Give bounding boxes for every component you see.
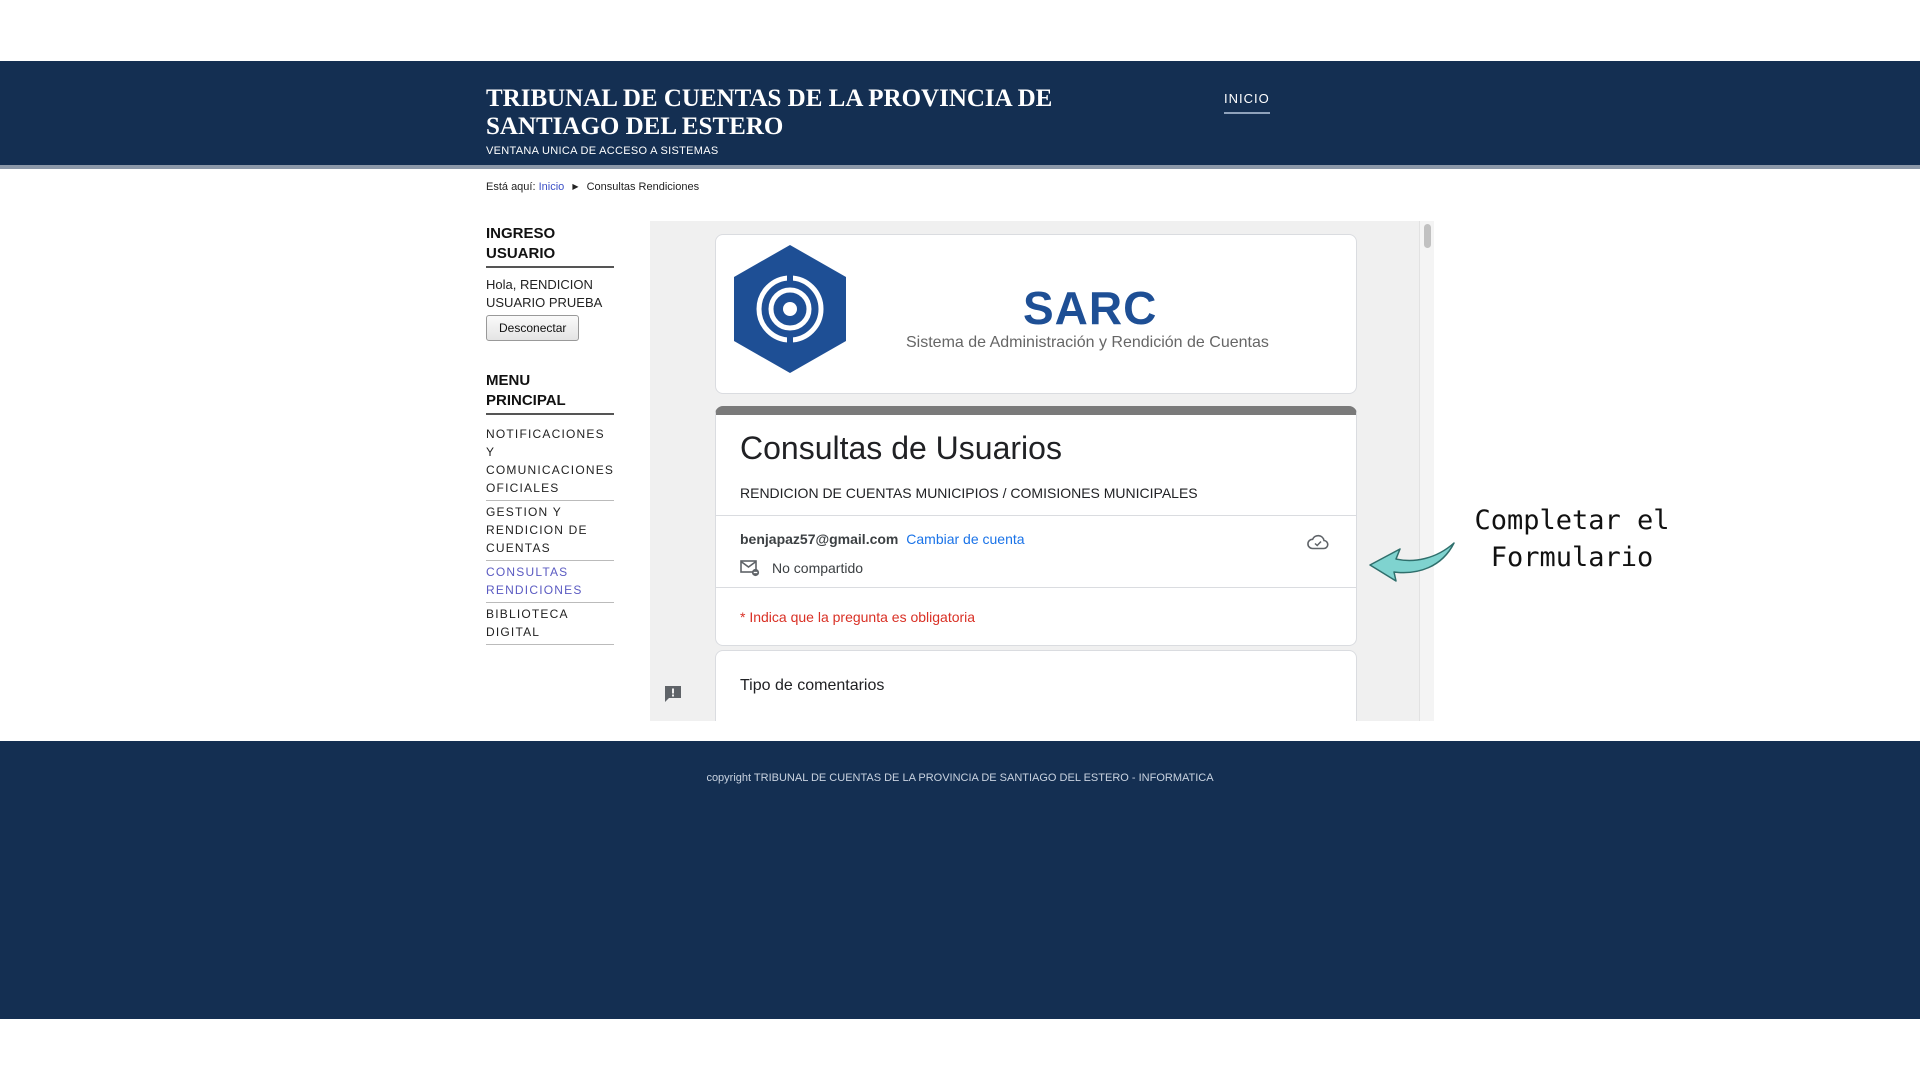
- curved-arrow-left-icon: [1369, 542, 1455, 582]
- site-footer: copyright TRIBUNAL DE CUENTAS DE LA PROV…: [0, 741, 1920, 1019]
- site-title[interactable]: TRIBUNAL DE CUENTAS DE LA PROVINCIA DE S…: [486, 85, 1106, 141]
- annotation-line-2: Formulario: [1490, 542, 1654, 573]
- breadcrumb-prefix: Está aquí:: [486, 181, 536, 193]
- menu-item-consultas-rendiciones[interactable]: CONSULTAS RENDICIONES: [486, 561, 614, 603]
- divider: [716, 587, 1356, 588]
- nav-inicio-link[interactable]: INICIO: [1224, 91, 1270, 114]
- sarc-hexagon-target-icon: [734, 245, 846, 373]
- menu-item-notificaciones[interactable]: NOTIFICACIONES Y COMUNICACIONES OFICIALE…: [486, 423, 614, 501]
- breadcrumb-current: Consultas Rendiciones: [586, 181, 700, 193]
- site-header: TRIBUNAL DE CUENTAS DE LA PROVINCIA DE S…: [0, 61, 1920, 169]
- user-greeting: Hola, RENDICION USUARIO PRUEBA: [486, 277, 603, 310]
- embed-scrollbar-thumb[interactable]: [1424, 224, 1431, 248]
- question-title: Tipo de comentarios: [740, 677, 885, 694]
- site-subtitle: VENTANA UNICA DE ACCESO A SISTEMAS: [486, 145, 719, 157]
- sarc-logo-subtitle: Sistema de Administración y Rendición de…: [906, 334, 1269, 351]
- account-email: benjapaz57@gmail.com: [740, 531, 899, 547]
- menu-item-gestion-rendicion[interactable]: GESTION Y RENDICION DE CUENTAS: [486, 501, 614, 561]
- login-heading: INGRESO USUARIO: [486, 224, 614, 268]
- annotation-text: Completar el Formulario: [1452, 502, 1692, 576]
- share-status-text: No compartido: [772, 560, 864, 576]
- triangle-right-icon: ▶: [572, 182, 579, 191]
- breadcrumb: Está aquí: Inicio ▶ Consultas Rendicione…: [486, 181, 699, 193]
- divider: [716, 515, 1356, 516]
- form-header-image: SARC Sistema de Administración y Rendici…: [715, 234, 1357, 394]
- embed-scrollbar[interactable]: [1419, 221, 1434, 721]
- form-description: RENDICION DE CUENTAS MUNICIPIOS / COMISI…: [740, 485, 1198, 501]
- report-feedback-icon[interactable]: [663, 684, 683, 704]
- envelope-not-shared-icon: [740, 560, 760, 577]
- annotation-line-1: Completar el: [1474, 505, 1670, 536]
- form-title-card: Consultas de Usuarios RENDICION DE CUENT…: [715, 406, 1357, 646]
- form-title: Consultas de Usuarios: [740, 430, 1062, 466]
- embedded-form-frame[interactable]: SARC Sistema de Administración y Rendici…: [650, 221, 1434, 721]
- sidebar: INGRESO USUARIO Hola, RENDICION USUARIO …: [486, 224, 614, 645]
- menu-item-biblioteca-digital[interactable]: BIBLIOTECA DIGITAL: [486, 603, 614, 645]
- required-note: * Indica que la pregunta es obligatoria: [740, 609, 976, 625]
- menu-heading: MENU PRINCIPAL: [486, 371, 614, 415]
- breadcrumb-home-link[interactable]: Inicio: [539, 181, 565, 193]
- switch-account-link[interactable]: Cambiar de cuenta: [906, 531, 1024, 547]
- sarc-logo-title: SARC: [1023, 282, 1158, 334]
- share-status-row: No compartido: [740, 559, 863, 577]
- logout-button[interactable]: Desconectar: [486, 315, 580, 341]
- cloud-save-icon[interactable]: [1307, 533, 1329, 551]
- account-row: benjapaz57@gmail.com Cambiar de cuenta: [740, 531, 1025, 547]
- question-card: Tipo de comentarios: [715, 650, 1357, 721]
- footer-copyright: copyright TRIBUNAL DE CUENTAS DE LA PROV…: [706, 772, 1214, 784]
